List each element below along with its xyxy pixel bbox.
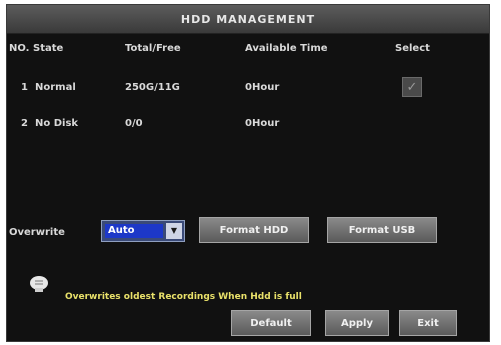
row-total-free: 0/0 — [125, 118, 143, 129]
row-available-time: 0Hour — [245, 118, 280, 129]
dropdown-arrow-icon[interactable]: ▼ — [166, 223, 182, 239]
header-available-time: Available Time — [245, 43, 328, 54]
overwrite-selected-value: Auto — [105, 224, 163, 238]
format-hdd-button[interactable]: Format HDD — [199, 217, 309, 243]
row-no: 1 — [21, 82, 28, 93]
checkmark-icon: ✓ — [406, 79, 418, 95]
row-available-time: 0Hour — [245, 82, 280, 93]
title-bar: HDD MANAGEMENT — [7, 5, 489, 34]
hdd-management-dialog: HDD MANAGEMENT NO. State Total/Free Avai… — [6, 4, 490, 342]
apply-button[interactable]: Apply — [325, 310, 389, 336]
row-state: No Disk — [35, 118, 79, 129]
header-state: State — [33, 43, 64, 54]
lightbulb-icon — [30, 276, 48, 292]
format-usb-button[interactable]: Format USB — [327, 217, 437, 243]
header-no: NO. — [9, 43, 30, 54]
row-total-free: 250G/11G — [125, 82, 180, 93]
header-total-free: Total/Free — [125, 43, 181, 54]
overwrite-tip-text: Overwrites oldest Recordings When Hdd is… — [65, 292, 302, 302]
exit-button[interactable]: Exit — [399, 310, 457, 336]
header-select: Select — [395, 43, 430, 54]
dvr-screen: HDD MANAGEMENT NO. State Total/Free Avai… — [0, 0, 501, 345]
default-button[interactable]: Default — [231, 310, 311, 336]
select-checkbox[interactable]: ✓ — [402, 77, 422, 97]
overwrite-label: Overwrite — [9, 227, 65, 238]
row-state: Normal — [35, 82, 76, 93]
overwrite-dropdown[interactable]: Auto ▼ — [101, 220, 185, 242]
dialog-title: HDD MANAGEMENT — [180, 12, 316, 26]
row-no: 2 — [21, 118, 28, 129]
